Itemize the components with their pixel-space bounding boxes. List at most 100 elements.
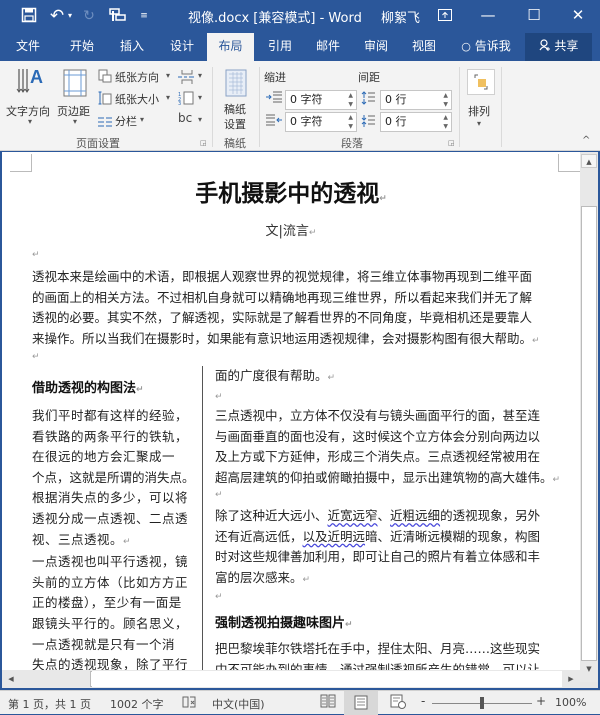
- text-line: 根据消失点的多少，可以将: [32, 490, 189, 506]
- tab-design[interactable]: 设计: [160, 33, 204, 61]
- spinner-arrows-icon[interactable]: ▲ ▼: [443, 113, 448, 131]
- undo-icon[interactable]: ↶: [48, 7, 66, 25]
- line-numbers-button[interactable]: 123 ▾: [178, 89, 206, 107]
- text-line: 在很远的地方会汇聚成一: [32, 449, 176, 465]
- paragraph-mark: ↵: [215, 490, 223, 500]
- vertical-scroll-thumb[interactable]: [581, 206, 597, 661]
- maximize-button[interactable]: ☐: [512, 0, 556, 30]
- spinner-arrows-icon[interactable]: ▲ ▼: [348, 91, 353, 109]
- paragraph-group-label: 段落: [341, 137, 363, 150]
- title-bar: ↶ ▾ ↻ ≡ 视像.docx [兼容模式] - Word 柳絮飞 — ☐ ✕: [0, 0, 600, 33]
- page-setup-group-label: 页面设置: [76, 137, 120, 150]
- tab-review[interactable]: 审阅: [354, 33, 398, 61]
- text-line: 来操作。所以当我们在摄影时，如果能有意识地运用透视规律，会对摄影构图有很大帮助。: [32, 330, 533, 346]
- text-line: 个点，这就是所谓的消失点。: [32, 469, 195, 485]
- text-run: 的透视现象，另外: [440, 508, 541, 523]
- manuscript-setup-button[interactable]: 稿纸 设置: [217, 67, 255, 131]
- spacing-after-input[interactable]: 0 行 ▲ ▼: [380, 112, 452, 132]
- vertical-scrollbar[interactable]: ▲ ▼: [580, 152, 598, 682]
- text-run: 除了这种近大远小、: [215, 508, 328, 523]
- customize-qat-icon[interactable]: ≡: [138, 7, 150, 25]
- indent-label: 缩进: [264, 71, 286, 84]
- margins-button[interactable]: 页边距 ▾: [57, 65, 95, 129]
- page-setup-dialog-launcher-icon[interactable]: ◲: [200, 139, 207, 147]
- spelling-flag: 近宽远窄: [327, 508, 378, 523]
- person-add-icon: [539, 39, 555, 53]
- group-separator: [212, 67, 213, 147]
- text-direction-button[interactable]: A 文字方向 ▾: [4, 65, 56, 129]
- indent-right-icon: [266, 114, 282, 129]
- horizontal-scrollbar[interactable]: ◀ ▶: [2, 670, 580, 688]
- tab-view[interactable]: 视图: [402, 33, 446, 61]
- text-line: 视、三点透视。: [32, 531, 124, 547]
- undo-dropdown-icon[interactable]: ▾: [66, 7, 74, 25]
- save-icon[interactable]: [20, 7, 38, 25]
- chevron-down-icon: ▾: [166, 93, 171, 102]
- scroll-down-button[interactable]: ▼: [581, 662, 597, 676]
- page-count[interactable]: 第 1 页，共 1 页: [8, 696, 91, 712]
- paragraph-dialog-launcher-icon[interactable]: ◲: [448, 139, 455, 147]
- web-layout-icon[interactable]: [390, 694, 406, 712]
- author-text: 文|流言: [265, 224, 309, 239]
- tell-me-box[interactable]: ○ 告诉我: [454, 33, 518, 61]
- column-separator-line: [202, 366, 203, 676]
- read-mode-icon[interactable]: [320, 694, 336, 711]
- minimize-button[interactable]: —: [466, 0, 510, 30]
- text-direction-icon: A: [16, 67, 46, 99]
- user-name[interactable]: 柳絮飞: [381, 7, 420, 26]
- spinner-arrows-icon[interactable]: ▲ ▼: [348, 113, 353, 131]
- word-count[interactable]: 1002 个字: [110, 696, 164, 712]
- scroll-left-button[interactable]: ◀: [4, 672, 18, 686]
- hyphenation-button[interactable]: bc ▾: [178, 111, 206, 129]
- touch-mode-icon[interactable]: [108, 7, 128, 25]
- orientation-label: 纸张方向: [115, 71, 159, 84]
- ribbon-display-options-icon[interactable]: [423, 0, 467, 30]
- print-layout-button[interactable]: [344, 691, 378, 715]
- text-run: 还有近高远低，: [215, 528, 303, 544]
- redo-icon[interactable]: ↻: [80, 7, 98, 25]
- paragraph-mark: ↵: [308, 228, 317, 238]
- text-line: 时对这些规律善加利用，即可让自己的照片有着立体感和丰: [215, 549, 541, 564]
- tab-insert[interactable]: 插入: [110, 33, 154, 61]
- orientation-button[interactable]: 纸张方向 ▾: [98, 67, 174, 85]
- document-page[interactable]: 手机摄影中的透视↵ 文|流言↵ ↵ 透视本来是绘画中的术语，即根据人观察世界的视…: [2, 152, 580, 688]
- spacing-before-input[interactable]: 0 行 ▲ ▼: [380, 90, 452, 110]
- tab-references[interactable]: 引用: [258, 33, 302, 61]
- text-line: 的画面上的相关方法。不过相机自身就可以精确地再现三维世界，所以看起来我们并无了解: [32, 289, 533, 305]
- zoom-out-button[interactable]: -: [421, 694, 425, 708]
- zoom-level[interactable]: 100%: [555, 696, 586, 709]
- zoom-in-button[interactable]: +: [536, 694, 546, 708]
- tab-mailings[interactable]: 邮件: [306, 33, 350, 61]
- chevron-down-icon: ▾: [28, 117, 33, 126]
- language[interactable]: 中文(中国): [212, 696, 265, 712]
- paragraph-mark: ↵: [123, 536, 132, 547]
- columns-button[interactable]: 分栏 ▾: [98, 111, 148, 129]
- arrange-label: 排列: [468, 105, 490, 118]
- left-column-text: 我们平时都有这样的经验， 看铁路的两条平行的铁轨， 在很远的地方会汇聚成一 个点…: [32, 406, 202, 688]
- scroll-up-button[interactable]: ▲: [581, 154, 597, 168]
- ribbon-tabs: 文件 开始 插入 设计 布局 引用 邮件 审阅 视图 ○ 告诉我 共享: [0, 33, 600, 61]
- tab-home[interactable]: 开始: [60, 33, 104, 61]
- proofing-icon[interactable]: [182, 695, 196, 712]
- tab-file[interactable]: 文件: [6, 33, 50, 61]
- breaks-button[interactable]: ▾: [178, 67, 206, 85]
- horizontal-scroll-thumb[interactable]: [92, 671, 562, 687]
- paragraph-mark: ↵: [32, 352, 40, 362]
- zoom-slider-thumb[interactable]: [480, 697, 484, 709]
- close-button[interactable]: ✕: [556, 0, 600, 30]
- arrange-button[interactable]: 排列 ▾: [465, 67, 495, 129]
- share-button[interactable]: 共享: [525, 33, 592, 61]
- indent-right-input[interactable]: 0 字符 ▲ ▼: [285, 112, 357, 132]
- text-line: 正的楼盘），至少有一面是: [32, 595, 182, 611]
- text-line: 我们平时都有这样的经验，: [32, 408, 189, 423]
- collapse-ribbon-icon[interactable]: ^: [582, 135, 590, 146]
- paragraph-mark: ↵: [215, 392, 223, 402]
- paragraph-mark: ↵: [345, 620, 353, 630]
- svg-text:3: 3: [178, 101, 181, 105]
- right-column-top-line: 面的广度很有帮助。↵: [215, 366, 565, 389]
- indent-left-input[interactable]: 0 字符 ▲ ▼: [285, 90, 357, 110]
- scroll-right-button[interactable]: ▶: [564, 672, 578, 686]
- paper-size-button[interactable]: 纸张大小 ▾: [98, 89, 174, 107]
- spinner-arrows-icon[interactable]: ▲ ▼: [443, 91, 448, 109]
- tab-layout[interactable]: 布局: [207, 33, 254, 61]
